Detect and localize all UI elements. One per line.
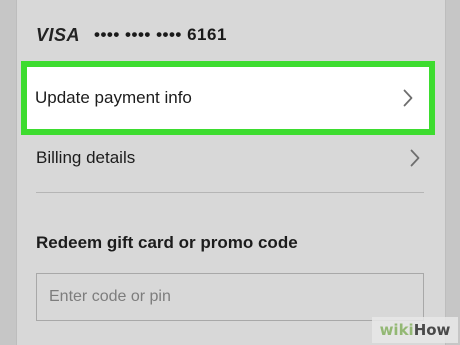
section-divider	[36, 192, 424, 193]
payment-card-summary: VISA •••• •••• •••• 6161	[36, 22, 227, 48]
device-frame-left	[0, 0, 17, 345]
masked-card-number: •••• •••• •••• 6161	[94, 25, 227, 44]
chevron-right-icon	[399, 87, 417, 109]
chevron-right-icon	[406, 147, 424, 169]
watermark-how-text: How	[413, 321, 451, 339]
update-payment-info-row[interactable]: Update payment info	[27, 67, 429, 129]
visa-logo: VISA	[36, 24, 81, 45]
highlight-box: Update payment info	[21, 61, 435, 135]
redeem-section-title: Redeem gift card or promo code	[36, 233, 298, 252]
promo-code-input[interactable]	[36, 273, 424, 321]
billing-details-row[interactable]: Billing details	[36, 140, 424, 176]
watermark-wiki-text: wiki	[379, 321, 414, 339]
device-frame-right	[445, 0, 460, 345]
billing-details-label: Billing details	[36, 148, 136, 167]
wikihow-watermark: wiki How	[372, 317, 458, 343]
update-payment-info-label: Update payment info	[35, 88, 192, 107]
